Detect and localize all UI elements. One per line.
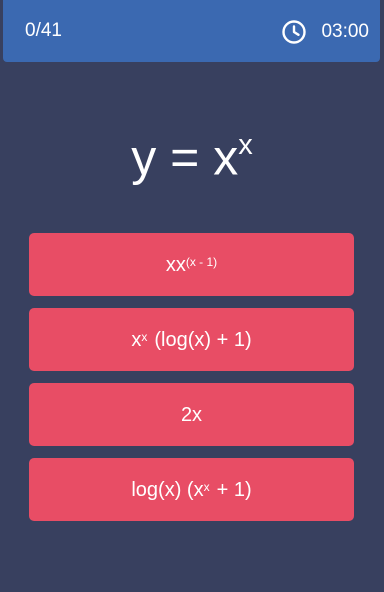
answer-base: log(x) (x (131, 478, 204, 501)
answer-base: xx (165, 253, 186, 276)
question-exponent: x (238, 129, 253, 161)
answer-tail: (log(x) + 1) (154, 328, 252, 351)
clock-icon (282, 20, 307, 44)
quiz-screen: 0/41 03:00 y = xx xx (x - 1) x x (log(x) + … (0, 0, 384, 592)
question-progress: 0/41 (25, 20, 62, 41)
answer-option-2[interactable]: x x (log(x) + 1) (29, 308, 354, 371)
timer: 03:00 (281, 19, 369, 45)
answer-tail: + 1) (216, 478, 252, 501)
timer-value: 03:00 (321, 21, 369, 42)
answer-option-3[interactable]: 2x (29, 383, 354, 446)
answer-exponent: x (141, 329, 148, 344)
answer-exponent: (x - 1) (185, 254, 218, 269)
answer-option-1[interactable]: xx (x - 1) (29, 233, 354, 296)
quiz-header: 0/41 03:00 (3, 0, 380, 62)
question-base: y = x (131, 129, 239, 186)
answer-base: x (131, 328, 142, 351)
answer-list: xx (x - 1) x x (log(x) + 1) 2x log(x) (x x + … (29, 233, 354, 533)
answer-base: 2x (180, 403, 203, 426)
question-expression: y = xx (0, 117, 384, 189)
answer-option-4[interactable]: log(x) (x x + 1) (29, 458, 354, 521)
answer-exponent: x (203, 479, 210, 494)
